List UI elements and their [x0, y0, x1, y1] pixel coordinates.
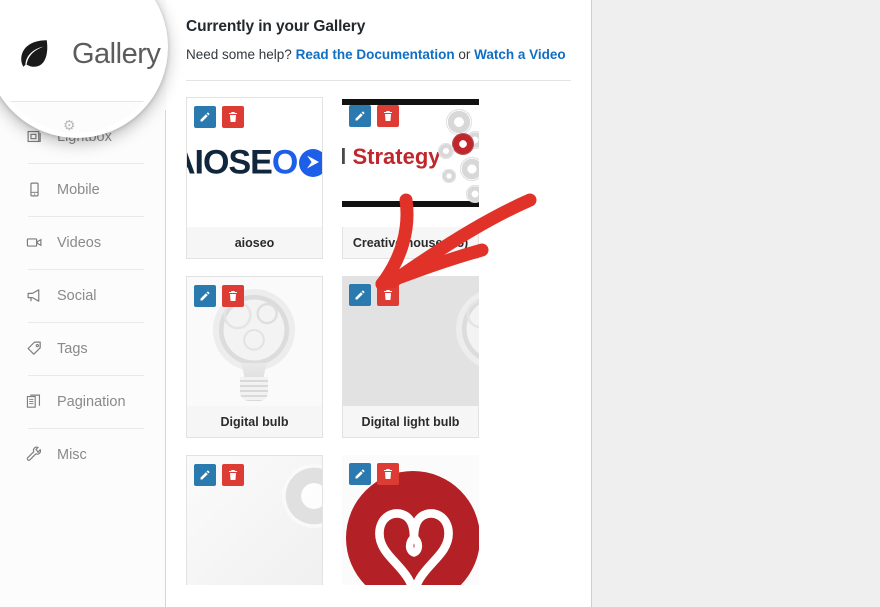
- trash-icon: [229, 112, 237, 122]
- magnifier-divider: [1, 101, 163, 102]
- gallery-card[interactable]: al Strategy: [342, 97, 479, 259]
- gallery-grid: AIOSEO aioseo: [186, 97, 571, 585]
- pagination-icon: [26, 394, 41, 408]
- sidebar-item-tags[interactable]: Tags: [0, 322, 166, 375]
- magnifier-lens: Gallery ⚙: [0, 0, 168, 138]
- tag-icon: [27, 341, 41, 355]
- pencil-icon: [200, 291, 210, 301]
- magnified-item-label: Gallery: [72, 37, 161, 70]
- card-action-buttons: [349, 284, 399, 306]
- video-camera-icon: [26, 238, 42, 247]
- card-thumbnail[interactable]: [342, 455, 479, 585]
- card-action-buttons: [194, 106, 244, 128]
- heart-outline-icon: [375, 509, 453, 585]
- sidebar-item-pagination[interactable]: Pagination: [0, 375, 166, 428]
- card-label: Digital bulb: [186, 406, 323, 438]
- card-action-buttons: [194, 285, 244, 307]
- aioseo-mark: [299, 148, 322, 177]
- sidebar-item-label: Mobile: [57, 181, 100, 198]
- lightbulb-graphic: [430, 276, 479, 406]
- wrench-icon: [26, 446, 42, 461]
- edit-button[interactable]: [349, 463, 371, 485]
- card-thumbnail[interactable]: [342, 276, 479, 406]
- read-documentation-link[interactable]: Read the Documentation: [296, 47, 455, 62]
- card-thumbnail[interactable]: AIOSEO: [186, 97, 323, 227]
- edit-button[interactable]: [194, 464, 216, 486]
- sidebar-item-label: Social: [57, 287, 97, 304]
- card-action-buttons: [194, 464, 244, 486]
- edit-button[interactable]: [194, 106, 216, 128]
- trash-icon: [384, 290, 392, 300]
- trash-icon: [384, 111, 392, 121]
- gallery-card[interactable]: Digital bulb: [186, 276, 323, 438]
- edit-button[interactable]: [349, 105, 371, 127]
- leaf-icon: [21, 40, 48, 67]
- pencil-icon: [355, 469, 365, 479]
- page-title: Currently in your Gallery: [186, 18, 366, 35]
- delete-button[interactable]: [377, 463, 399, 485]
- trash-icon: [229, 291, 237, 301]
- pencil-icon: [355, 111, 365, 121]
- sidebar-items: Lightbox Mobile Videos: [0, 110, 166, 481]
- trash-icon: [229, 470, 237, 480]
- card-thumbnail[interactable]: [186, 455, 323, 585]
- gallery-card[interactable]: AIOSEO aioseo: [186, 97, 323, 259]
- card-label: aioseo: [186, 227, 323, 259]
- sidebar-item-mobile[interactable]: Mobile: [0, 163, 166, 216]
- sidebar-item-social[interactable]: Social: [0, 269, 166, 322]
- edit-button[interactable]: [349, 284, 371, 306]
- sidebar-item-videos[interactable]: Videos: [0, 216, 166, 269]
- magnified-gallery-item[interactable]: Gallery: [17, 37, 161, 71]
- gallery-panel: Currently in your Gallery Need some help…: [166, 0, 592, 607]
- mobile-icon: [30, 182, 39, 197]
- screen-root: ⚙ Lightbox Mobile: [0, 0, 880, 607]
- aioseo-wordmark: AIOSEO: [187, 143, 298, 181]
- card-action-buttons: [349, 463, 399, 485]
- gallery-card[interactable]: Digital light bulb: [342, 276, 479, 438]
- help-prefix: Need some help?: [186, 47, 296, 62]
- megaphone-icon: [27, 289, 40, 302]
- watch-video-link[interactable]: Watch a Video: [474, 47, 566, 62]
- help-separator: or: [454, 47, 475, 62]
- delete-button[interactable]: [377, 105, 399, 127]
- magnifier-content: Gallery ⚙: [0, 0, 163, 133]
- delete-button[interactable]: [222, 464, 244, 486]
- card-label: Digital light bulb: [342, 406, 479, 438]
- delete-button[interactable]: [222, 106, 244, 128]
- pencil-icon: [355, 290, 365, 300]
- sidebar-item-label: Videos: [57, 234, 102, 251]
- gallery-card[interactable]: [342, 455, 479, 585]
- gallery-card[interactable]: [186, 455, 323, 585]
- pencil-icon: [200, 112, 210, 122]
- heart-logo: [346, 471, 479, 585]
- edit-button[interactable]: [194, 285, 216, 307]
- card-thumbnail[interactable]: [186, 276, 323, 406]
- card-thumbnail[interactable]: al Strategy: [342, 97, 479, 227]
- sidebar-item-label: Pagination: [57, 393, 126, 410]
- card-action-buttons: [349, 105, 399, 127]
- sidebar-item-label: Misc: [57, 446, 87, 463]
- section-divider: [186, 80, 571, 81]
- magnifier-partial-icon: ⚙: [63, 117, 76, 131]
- delete-button[interactable]: [222, 285, 244, 307]
- card-label: Creative house (15): [342, 227, 479, 259]
- sidebar-item-misc[interactable]: Misc: [0, 428, 166, 481]
- sidebar-item-label: Tags: [57, 340, 88, 357]
- help-text: Need some help? Read the Documentation o…: [186, 47, 571, 62]
- pencil-icon: [200, 470, 210, 480]
- trash-icon: [384, 469, 392, 479]
- delete-button[interactable]: [377, 284, 399, 306]
